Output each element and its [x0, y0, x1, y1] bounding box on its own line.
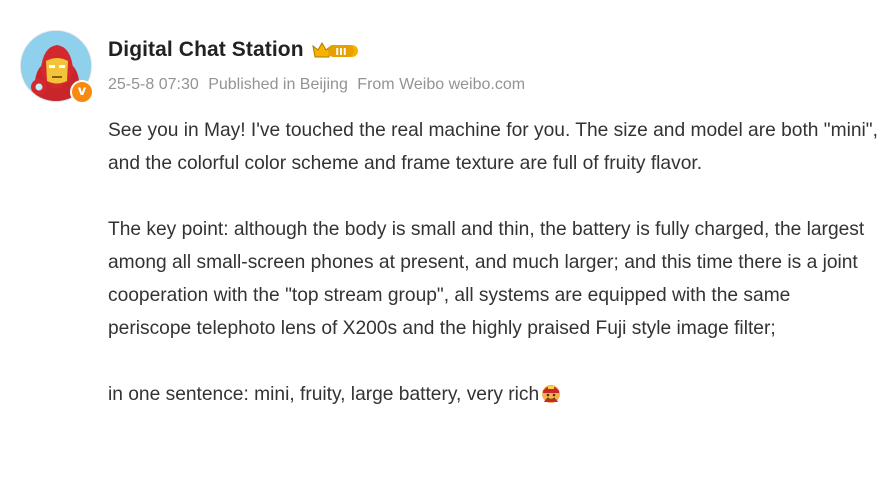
post-paragraph: See you in May! I've touched the real ma… — [108, 120, 878, 174]
post-timestamp[interactable]: 25-5-8 07:30 — [108, 76, 199, 93]
crown-level-icon[interactable]: III — [311, 40, 361, 60]
author-name[interactable]: Digital Chat Station — [108, 38, 304, 62]
post-paragraph: The key point: although the body is smal… — [108, 219, 865, 339]
post-paragraph-text: in one sentence: mini, fruity, large bat… — [108, 384, 540, 405]
post-body: See you in May! I've touched the real ma… — [108, 114, 878, 415]
post-location: Published in Beijing — [208, 76, 348, 93]
post-meta: 25-5-8 07:30 Published in Beijing From W… — [108, 76, 530, 94]
post-source: From Weibo weibo.com — [357, 76, 526, 93]
author-avatar[interactable]: v — [20, 30, 94, 104]
post-header: Digital Chat Station III — [108, 37, 361, 63]
post-paragraph-last: in one sentence: mini, fruity, large bat… — [108, 378, 878, 415]
verified-badge-icon: v — [70, 80, 94, 104]
level-badge-text: III — [335, 47, 346, 58]
rich-face-emoji-icon — [540, 382, 562, 415]
